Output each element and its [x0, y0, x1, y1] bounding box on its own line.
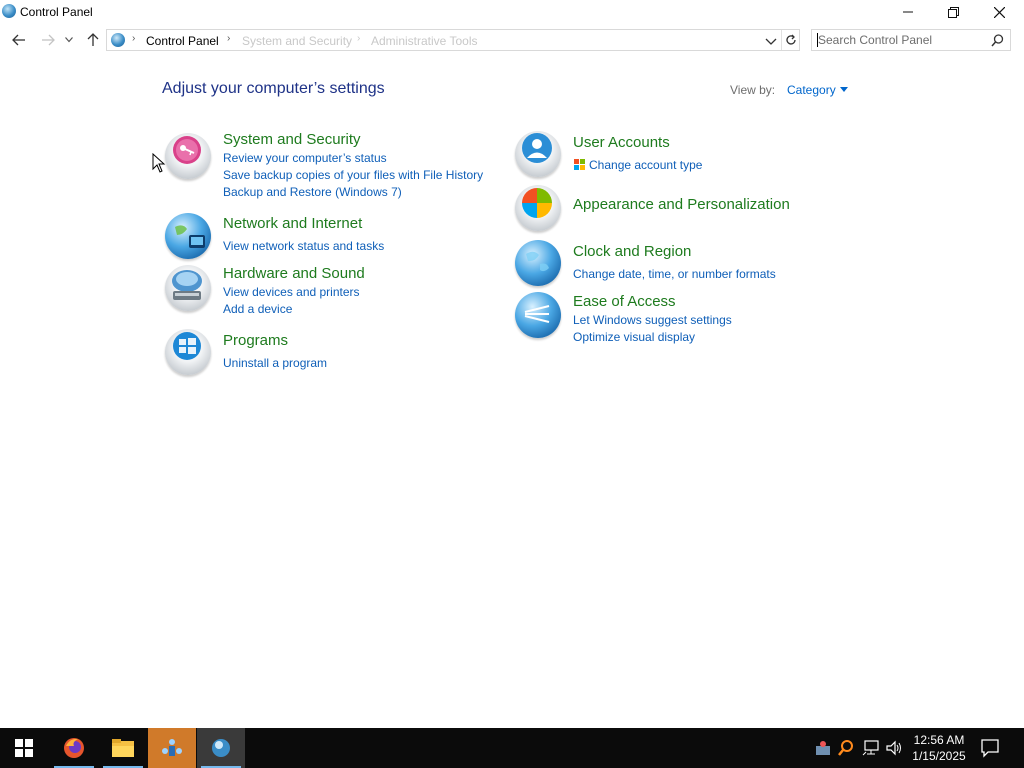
network-app-tray-icon: [816, 741, 830, 755]
link-windows-suggest-settings[interactable]: Let Windows suggest settings: [573, 313, 732, 327]
action-center-button[interactable]: [980, 738, 1000, 761]
chevron-down-icon: [65, 37, 73, 43]
address-bar[interactable]: › Control Panel › System and Security › …: [106, 29, 800, 51]
windows-logo-icon: [15, 739, 33, 757]
clock-time: 12:56 AM: [913, 733, 965, 747]
tray-search[interactable]: [836, 728, 856, 768]
user-accounts-icon[interactable]: [515, 131, 561, 177]
breadcrumb-system-security[interactable]: System and Security: [242, 34, 352, 48]
category-appearance-personalization[interactable]: Appearance and Personalization: [573, 196, 790, 213]
forward-button[interactable]: [37, 29, 59, 51]
tray-network-app[interactable]: [812, 728, 834, 768]
category-ease-of-access[interactable]: Ease of Access: [573, 293, 676, 310]
tray-volume[interactable]: [884, 728, 906, 768]
link-add-device[interactable]: Add a device: [223, 302, 292, 316]
appearance-personalization-icon[interactable]: [515, 185, 561, 231]
category-system-security[interactable]: System and Security: [223, 131, 361, 148]
title-bar: Control Panel: [0, 0, 1024, 24]
notification-icon: [981, 739, 999, 758]
search-icon[interactable]: [991, 34, 1004, 47]
link-file-history[interactable]: Save backup copies of your files with Fi…: [223, 168, 483, 182]
programs-icon[interactable]: [165, 329, 211, 375]
taskbar-control-panel[interactable]: [197, 728, 245, 768]
taskbar: 12:56 AM 1/15/2025: [0, 728, 1024, 768]
taskbar-firefox[interactable]: [50, 728, 98, 768]
category-programs[interactable]: Programs: [223, 332, 288, 349]
mouse-pointer-icon: [152, 153, 166, 173]
category-user-accounts[interactable]: User Accounts: [573, 134, 670, 151]
link-devices-printers[interactable]: View devices and printers: [223, 285, 360, 299]
category-hardware-sound[interactable]: Hardware and Sound: [223, 265, 365, 282]
breadcrumb-control-panel[interactable]: Control Panel: [146, 34, 219, 48]
search-input[interactable]: [818, 32, 986, 48]
category-network-internet[interactable]: Network and Internet: [223, 215, 362, 232]
refresh-button[interactable]: [781, 30, 799, 50]
hardware-sound-icon[interactable]: [165, 265, 211, 311]
start-button[interactable]: [0, 728, 48, 768]
network-icon: [862, 740, 879, 756]
arrow-left-icon: [12, 34, 25, 46]
view-by-dropdown[interactable]: Category: [787, 83, 836, 97]
navigation-bar: › Control Panel › System and Security › …: [0, 27, 1024, 53]
link-date-time-formats[interactable]: Change date, time, or number formats: [573, 267, 776, 281]
system-security-icon[interactable]: [165, 133, 211, 179]
minimize-button[interactable]: [885, 0, 931, 24]
search-box[interactable]: [811, 29, 1011, 51]
taskbar-file-explorer[interactable]: [99, 728, 147, 768]
control-panel-icon: [2, 4, 16, 18]
file-explorer-icon: [112, 739, 134, 757]
arrow-up-icon: [87, 33, 99, 46]
arrow-right-icon: [42, 34, 55, 46]
link-review-status[interactable]: Review your computer’s status: [223, 151, 387, 165]
page-title: Adjust your computer’s settings: [162, 80, 385, 97]
breadcrumb-administrative-tools[interactable]: Administrative Tools: [371, 34, 478, 48]
clock-region-icon[interactable]: [515, 240, 561, 286]
tray-network-status[interactable]: [860, 728, 882, 768]
category-clock-region[interactable]: Clock and Region: [573, 243, 691, 260]
breadcrumb-separator: ›: [227, 33, 231, 44]
caret-down-icon[interactable]: [840, 87, 848, 92]
taskbar-clock[interactable]: 12:56 AM 1/15/2025: [905, 732, 973, 764]
taskbar-network-tool[interactable]: [148, 728, 196, 768]
chevron-down-icon: [765, 38, 777, 45]
refresh-icon: [785, 34, 796, 45]
network-tool-icon: [162, 739, 182, 756]
ease-of-access-icon[interactable]: [515, 292, 561, 338]
link-network-status[interactable]: View network status and tasks: [223, 239, 384, 253]
breadcrumb-separator: ›: [132, 33, 136, 44]
up-button[interactable]: [82, 29, 104, 51]
window-title: Control Panel: [20, 5, 93, 19]
recent-locations-button[interactable]: [62, 29, 76, 51]
control-panel-icon: [212, 739, 230, 757]
firefox-icon: [64, 738, 84, 758]
view-by-label: View by:: [730, 83, 776, 97]
restore-button[interactable]: [930, 0, 976, 24]
search-icon: [838, 740, 853, 756]
close-button[interactable]: [976, 0, 1022, 24]
link-optimize-visual-display[interactable]: Optimize visual display: [573, 330, 695, 344]
network-internet-icon[interactable]: [165, 213, 211, 259]
clock-date: 1/15/2025: [912, 749, 966, 763]
link-backup-restore[interactable]: Backup and Restore (Windows 7): [223, 185, 402, 199]
address-dropdown-button[interactable]: [765, 35, 777, 47]
windows-shield-icon: [574, 159, 585, 170]
back-button[interactable]: [8, 29, 30, 51]
link-change-account-type[interactable]: Change account type: [589, 158, 702, 172]
speaker-icon: [886, 740, 901, 756]
link-uninstall-program[interactable]: Uninstall a program: [223, 356, 327, 370]
control-panel-icon: [111, 33, 125, 47]
breadcrumb-separator: ›: [357, 33, 361, 44]
